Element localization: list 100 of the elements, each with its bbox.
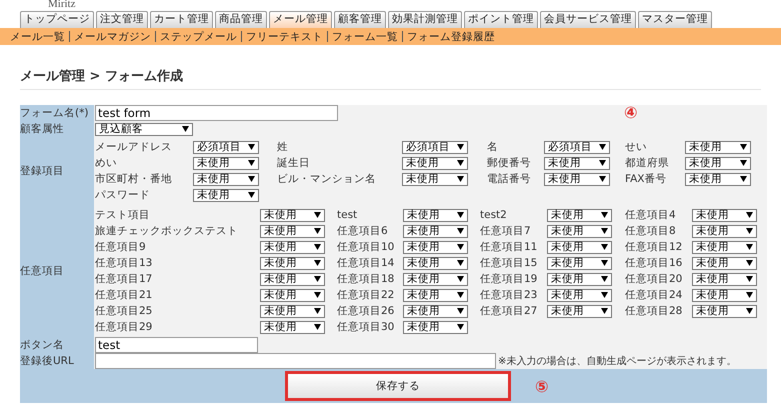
dropdown[interactable]: 未使用 <box>685 156 751 170</box>
dropdown[interactable]: 未使用 <box>692 288 757 302</box>
dropdown[interactable]: 未使用 <box>544 156 610 170</box>
item-label: 旅連チェックボックステスト <box>95 224 239 238</box>
caret-icon <box>601 244 608 250</box>
item-label: 任意項目18 <box>337 272 396 286</box>
item-label: 任意項目22 <box>337 288 396 302</box>
caret-icon <box>314 308 321 314</box>
nav-tab[interactable]: メール管理 <box>269 11 332 28</box>
dropdown[interactable]: 未使用 <box>685 140 751 154</box>
dropdown[interactable]: 未使用 <box>544 172 610 186</box>
caret-icon <box>457 308 464 314</box>
dropdown[interactable]: 未使用 <box>403 288 468 302</box>
sub-menu-link[interactable]: メール一覧 <box>10 30 65 44</box>
dropdown[interactable]: 未使用 <box>692 256 757 270</box>
nav-tab[interactable]: 注文管理 <box>96 11 148 28</box>
caret-icon <box>457 160 464 166</box>
dropdown[interactable]: 未使用 <box>402 172 468 186</box>
dropdown[interactable]: 必須項目 <box>193 140 259 154</box>
button-name-field[interactable]: test <box>95 337 258 353</box>
sub-menu-link[interactable]: フリーテキスト <box>246 30 323 44</box>
dropdown[interactable]: 未使用 <box>547 208 612 222</box>
dropdown[interactable]: 未使用 <box>193 172 259 186</box>
dropdown[interactable]: 未使用 <box>692 208 757 222</box>
nav-tab[interactable]: 効果計測管理 <box>388 11 462 28</box>
item-label: 任意項目10 <box>337 240 396 254</box>
dropdown[interactable]: 未使用 <box>260 256 325 270</box>
sub-menu-link[interactable]: フォーム登録履歴 <box>407 30 495 44</box>
item-label: 任意項目9 <box>95 240 147 254</box>
caret-icon <box>740 160 747 166</box>
dropdown[interactable]: 未使用 <box>547 272 612 286</box>
dropdown[interactable]: 未使用 <box>403 256 468 270</box>
form-name-field[interactable]: test form <box>95 105 338 121</box>
item-label: 任意項目16 <box>625 256 684 270</box>
dropdown[interactable]: 未使用 <box>547 304 612 318</box>
dropdown[interactable]: 見込顧客 <box>95 122 193 136</box>
dropdown[interactable]: 未使用 <box>193 188 259 202</box>
dropdown[interactable]: 未使用 <box>547 256 612 270</box>
item-label: FAX番号 <box>625 172 668 186</box>
nav-tab[interactable]: トップページ <box>20 11 94 28</box>
nav-tab[interactable]: ポイント管理 <box>464 11 538 28</box>
item-label: 任意項目23 <box>480 288 538 302</box>
item-label: test <box>337 209 358 221</box>
dropdown[interactable]: 未使用 <box>692 224 757 238</box>
caret-icon <box>457 324 464 330</box>
caret-icon <box>601 228 608 234</box>
nav-tab[interactable]: 会員サービス管理 <box>540 11 636 28</box>
dropdown[interactable]: 未使用 <box>260 304 325 318</box>
item-label: 任意項目25 <box>95 304 154 318</box>
nav-tab[interactable]: カート管理 <box>150 11 213 28</box>
caret-icon <box>740 176 747 182</box>
caret-icon <box>314 212 321 218</box>
item-label: 任意項目14 <box>337 256 396 270</box>
caret-icon <box>601 292 608 298</box>
dropdown[interactable]: 未使用 <box>403 320 468 334</box>
dropdown[interactable]: 未使用 <box>193 156 259 170</box>
caret-icon <box>457 228 464 234</box>
dropdown[interactable]: 未使用 <box>685 172 751 186</box>
caret-icon <box>746 276 753 282</box>
dropdown[interactable]: 必須項目 <box>402 140 468 154</box>
item-label: 任意項目24 <box>625 288 684 302</box>
sub-menu-link[interactable]: メールマガジン <box>74 30 151 44</box>
dropdown[interactable]: 未使用 <box>547 240 612 254</box>
dropdown[interactable]: 未使用 <box>692 272 757 286</box>
caret-icon <box>746 244 753 250</box>
item-label: 任意項目19 <box>480 272 538 286</box>
caret-icon <box>314 324 321 330</box>
item-label: 任意項目8 <box>625 224 677 238</box>
dropdown[interactable]: 未使用 <box>547 224 612 238</box>
item-label: 名 <box>487 140 499 154</box>
item-label: 任意項目15 <box>480 256 538 270</box>
dropdown[interactable]: 未使用 <box>403 224 468 238</box>
nav-tab[interactable]: マスター管理 <box>638 11 712 28</box>
sub-menu-link[interactable]: フォーム一覧 <box>332 30 398 44</box>
dropdown[interactable]: 未使用 <box>260 240 325 254</box>
dropdown[interactable]: 未使用 <box>692 240 757 254</box>
dropdown[interactable]: 未使用 <box>403 272 468 286</box>
dropdown[interactable]: 未使用 <box>403 208 468 222</box>
caret-icon <box>457 276 464 282</box>
nav-tab[interactable]: 商品管理 <box>215 11 267 28</box>
url-field[interactable] <box>95 353 496 369</box>
dropdown[interactable]: 未使用 <box>260 320 325 334</box>
dropdown[interactable]: 未使用 <box>547 288 612 302</box>
dropdown[interactable]: 未使用 <box>403 304 468 318</box>
dropdown[interactable]: 必須項目 <box>544 140 610 154</box>
dropdown[interactable]: 未使用 <box>692 304 757 318</box>
item-label: めい <box>95 156 118 170</box>
item-label: 任意項目4 <box>625 208 677 222</box>
item-label: 姓 <box>277 140 289 154</box>
dropdown[interactable]: 未使用 <box>260 208 325 222</box>
dropdown[interactable]: 未使用 <box>403 240 468 254</box>
sub-menu-link[interactable]: ステップメール <box>160 30 237 44</box>
item-label: 誕生日 <box>277 156 311 170</box>
dropdown[interactable]: 未使用 <box>402 156 468 170</box>
nav-tab[interactable]: 顧客管理 <box>334 11 386 28</box>
dropdown[interactable]: 未使用 <box>260 224 325 238</box>
save-button[interactable]: 保存する <box>285 371 511 401</box>
dropdown[interactable]: 未使用 <box>260 272 325 286</box>
dropdown[interactable]: 未使用 <box>260 288 325 302</box>
caret-icon <box>182 126 189 132</box>
